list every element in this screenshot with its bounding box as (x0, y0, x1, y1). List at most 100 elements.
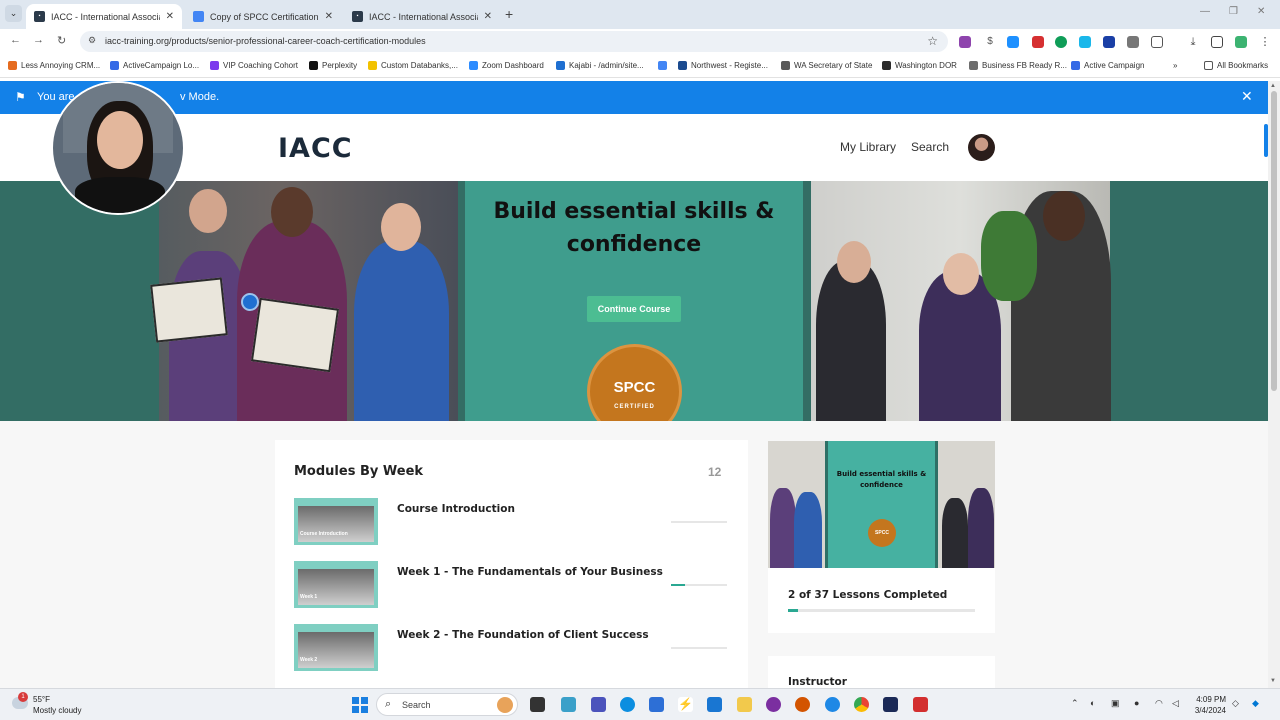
windows-start-icon[interactable] (352, 697, 368, 713)
acrobat-icon[interactable] (913, 697, 928, 712)
scroll-up-icon[interactable]: ▲ (1270, 83, 1276, 89)
address-bar[interactable]: ⚙ iacc-training.org/products/senior-prof… (80, 31, 948, 52)
vimeo-extension-icon[interactable] (1079, 36, 1091, 48)
lessons-completed-text: 2 of 37 Lessons Completed (788, 589, 948, 601)
bookmark-item[interactable]: Less Annoying CRM... (8, 61, 100, 70)
teams-icon[interactable] (591, 697, 606, 712)
bookmark-label: WA Secretary of State (794, 61, 873, 70)
module-thumbnail-label: Week 1 (300, 594, 318, 600)
close-tab-icon[interactable]: ✕ (166, 11, 174, 22)
extension-icon[interactable] (1103, 36, 1115, 48)
whatsapp-extension-icon[interactable] (1055, 36, 1067, 48)
bookmark-item[interactable]: VIP Coaching Cohort (210, 61, 298, 70)
tab-search-chevron-icon[interactable]: ⌄ (5, 5, 22, 22)
forward-icon[interactable]: → (33, 34, 44, 46)
bookmark-item[interactable]: Kajabi - /admin/site... (556, 61, 644, 70)
page-scrollbar[interactable]: ▲ ▼ (1268, 81, 1280, 688)
user-avatar[interactable] (968, 134, 995, 161)
plant-decoration (981, 211, 1037, 301)
close-banner-icon[interactable]: ✕ (1241, 88, 1253, 105)
iacc-logo[interactable]: IACC (278, 133, 353, 164)
bookmark-star-icon[interactable]: ☆ (927, 34, 938, 48)
module-row[interactable]: Course Introduction Course Introduction (294, 498, 734, 546)
browser-tab-1[interactable]: ▪ IACC - International Association ✕ (26, 4, 182, 29)
search-link[interactable]: Search (911, 140, 949, 154)
mail-icon[interactable] (707, 697, 722, 712)
volume-icon[interactable]: ◁ (1172, 698, 1179, 709)
app-icon[interactable] (883, 697, 898, 712)
close-tab-icon[interactable]: ✕ (484, 11, 492, 22)
extension-icon[interactable] (1007, 36, 1019, 48)
extension-icon[interactable] (959, 36, 971, 48)
module-thumbnail-label: Course Introduction (300, 531, 348, 537)
photo-person (816, 261, 886, 421)
browser-menu-icon[interactable]: ⋮ (1259, 36, 1271, 48)
tray-app-icon[interactable]: ▣ (1111, 698, 1120, 709)
minimize-icon[interactable]: — (1200, 6, 1210, 17)
bookmark-item[interactable]: Perplexity (309, 61, 357, 70)
microphone-icon[interactable]: ● (1134, 698, 1139, 708)
module-title[interactable]: Course Introduction (397, 503, 515, 515)
close-window-icon[interactable]: ✕ (1257, 6, 1265, 17)
app-icon[interactable] (561, 697, 576, 712)
bookmark-item[interactable]: Zoom Dashboard (469, 61, 544, 70)
bookmark-item[interactable]: Washington DOR (882, 61, 957, 70)
wifi-icon[interactable]: ◠ (1155, 698, 1163, 709)
module-row[interactable]: Week 1 Week 1 - The Fundamentals of Your… (294, 561, 734, 609)
bookmark-item[interactable]: Custom Databanks,... (368, 61, 458, 70)
tray-overflow-icon[interactable]: ⌃ (1071, 698, 1079, 709)
taskbar-search-box[interactable]: ⌕ Search (376, 693, 518, 716)
side-panel-icon[interactable] (1211, 36, 1223, 48)
more-bookmarks-chevron-icon[interactable]: » (1173, 61, 1177, 70)
bookmark-item[interactable]: ActiveCampaign Lo... (110, 61, 199, 70)
copilot-icon[interactable]: ◆ (1252, 698, 1259, 709)
bookmark-item[interactable]: WA Secretary of State (781, 61, 872, 70)
site-info-icon[interactable]: ⚙ (88, 35, 96, 46)
dollar-extension-icon[interactable]: $ (984, 36, 996, 48)
app-icon[interactable] (795, 697, 810, 712)
webcam-shoulders (75, 177, 165, 213)
reload-icon[interactable]: ↻ (57, 34, 66, 47)
download-icon[interactable]: ⤓ (1187, 36, 1199, 48)
chrome-icon[interactable] (854, 697, 869, 712)
notification-bell-icon[interactable]: ◇ (1232, 698, 1239, 709)
back-icon[interactable]: ← (10, 34, 21, 46)
extension-icon[interactable] (1032, 36, 1044, 48)
extension-icon[interactable] (1127, 36, 1139, 48)
browser-tab-3[interactable]: ▪ IACC - International Association ✕ (344, 4, 500, 29)
module-title[interactable]: Week 2 - The Foundation of Client Succes… (397, 629, 649, 641)
course-thumbnail[interactable]: Build essential skills & confidence SPCC (768, 441, 995, 568)
photo-person-head (189, 189, 227, 233)
store-icon[interactable] (649, 697, 664, 712)
edge-icon[interactable] (620, 697, 635, 712)
bookmark-item[interactable]: Northwest - Registe... (678, 61, 768, 70)
file-explorer-icon[interactable] (737, 697, 752, 712)
new-tab-button[interactable]: + (505, 6, 513, 22)
iacc-favicon-icon: ▪ (352, 11, 363, 22)
course-thumbnail-title: Build essential skills & confidence (836, 470, 927, 489)
url-text[interactable]: iacc-training.org/products/senior-profes… (105, 36, 426, 46)
bookmark-favicon-icon (678, 61, 687, 70)
scroll-down-icon[interactable]: ▼ (1270, 678, 1276, 684)
extensions-puzzle-icon[interactable] (1151, 36, 1163, 48)
app-icon[interactable] (825, 697, 840, 712)
bookmark-item[interactable]: Active Campaign (1071, 61, 1144, 70)
module-title[interactable]: Week 1 - The Fundamentals of Your Busine… (397, 566, 663, 578)
tray-app-icon[interactable]: ◐ (1090, 698, 1095, 708)
module-progress-fill (671, 584, 685, 586)
bookmark-item[interactable]: Business FB Ready R... (969, 61, 1067, 70)
extension-icon[interactable] (1235, 36, 1247, 48)
power-automate-icon[interactable]: ⚡ (678, 697, 693, 712)
task-view-icon[interactable] (530, 697, 545, 712)
restore-icon[interactable]: ❐ (1229, 6, 1238, 17)
module-row[interactable]: Week 2 Week 2 - The Foundation of Client… (294, 624, 734, 672)
close-tab-icon[interactable]: ✕ (325, 11, 333, 22)
browser-tab-2[interactable]: Copy of SPCC Certification Che ✕ (185, 4, 341, 29)
my-library-link[interactable]: My Library (840, 140, 896, 154)
system-clock[interactable]: 4:09 PM 3/4/2024 (1188, 694, 1226, 716)
scrollbar-thumb[interactable] (1271, 91, 1277, 391)
google-bookmark[interactable] (658, 61, 671, 70)
continue-course-button[interactable]: Continue Course (587, 296, 681, 322)
app-icon[interactable] (766, 697, 781, 712)
all-bookmarks-folder[interactable]: All Bookmarks (1204, 61, 1268, 70)
